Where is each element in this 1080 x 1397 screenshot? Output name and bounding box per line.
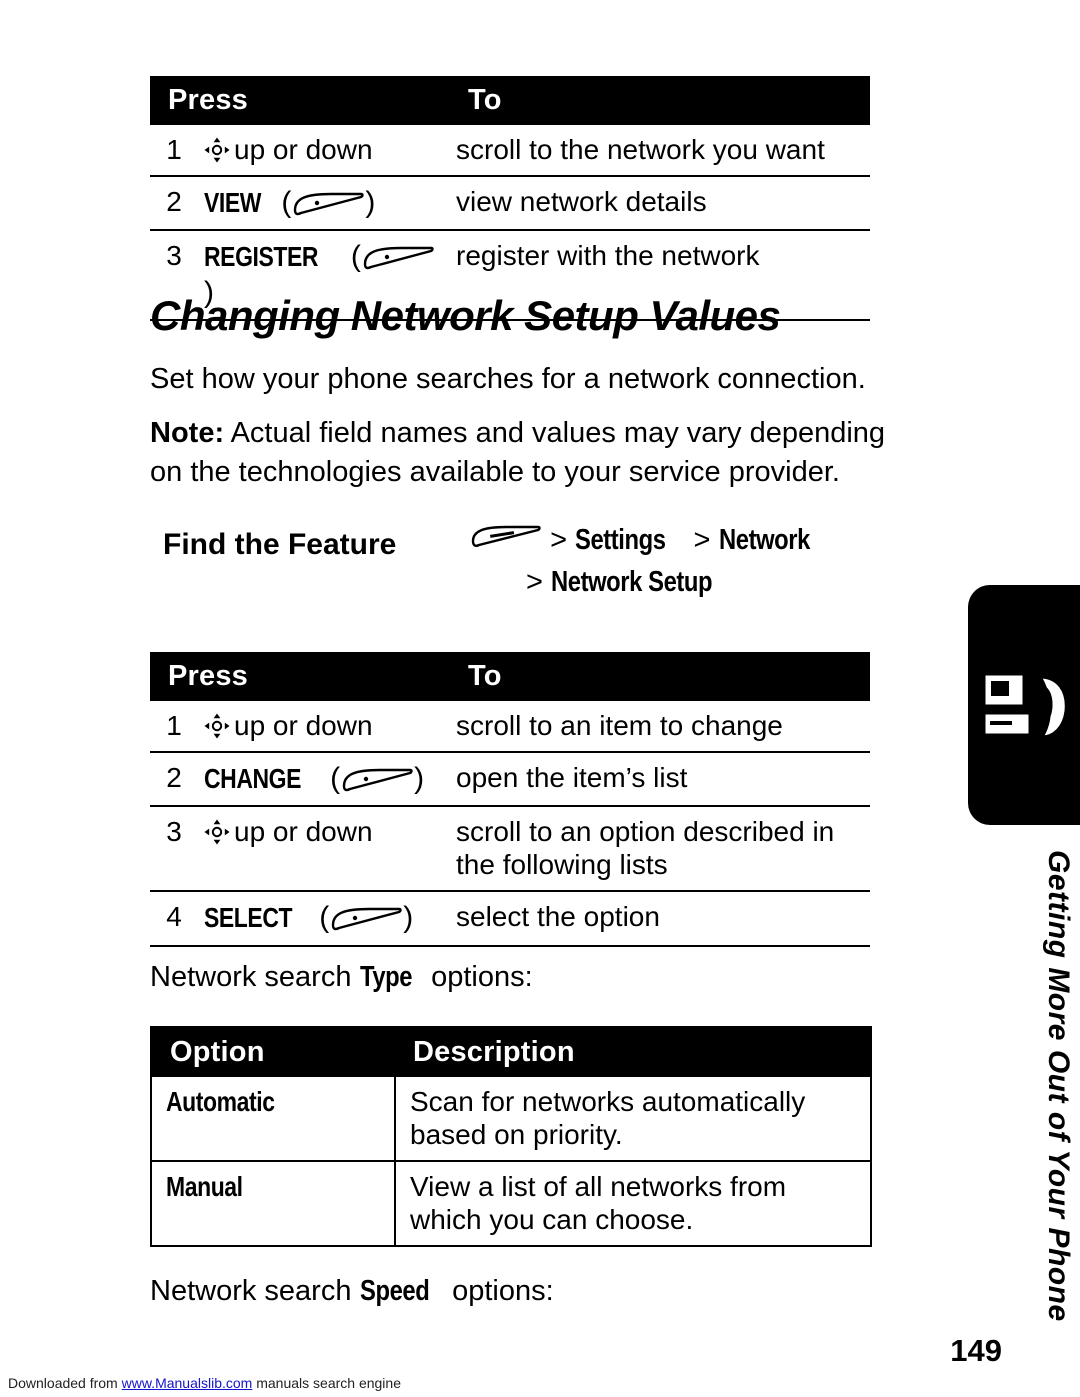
column-header-option: Option (151, 1027, 395, 1077)
step-number: 3 (150, 806, 198, 893)
press-to-table-top: Press To 1 up or down scroll to the netw… (150, 76, 871, 322)
option-cell: Manual (151, 1161, 396, 1247)
press-cell: up or down (198, 806, 451, 893)
press-label: REGISTER (204, 241, 319, 273)
manualslib-link[interactable]: www.Manualslib.com (122, 1375, 253, 1391)
to-cell: view network details (450, 176, 871, 232)
description-cell: View a list of all networks from which y… (410, 1171, 787, 1236)
intro-paragraph: Set how your phone searches for a networ… (150, 363, 866, 395)
path-separator-2: > (693, 524, 711, 556)
path-separator-3: > (526, 566, 543, 598)
press-cell: up or down (198, 701, 451, 754)
note-paragraph: Note: Actual field names and values may … (150, 414, 925, 492)
computer-phone-icon (982, 671, 1068, 743)
note-label: Note: (150, 417, 225, 449)
manual-page: Press To 1 up or down scroll to the netw… (0, 0, 1080, 1397)
column-header-press: Press (150, 652, 451, 701)
find-the-feature-label: Find the Feature (163, 528, 397, 561)
press-label: VIEW (204, 187, 262, 219)
table-header-row: Press To (150, 76, 871, 125)
softkey-icon (340, 766, 414, 794)
softkey-icon (329, 905, 403, 933)
press-cell: VIEW ( ) (198, 176, 451, 232)
press-label: up or down (234, 816, 373, 848)
caption-keyword: Type (359, 961, 413, 993)
press-cell: SELECT ( ) (198, 891, 451, 947)
caption-after: options: (444, 1275, 554, 1307)
section-tab-label: Getting More Out of Your Phone (1042, 850, 1075, 1322)
column-header-press: Press (150, 76, 451, 125)
path-item-network-setup: Network Setup (551, 566, 713, 598)
table-row: 3 up or down scroll to an option describ… (150, 806, 871, 893)
caption-after: options: (423, 961, 533, 993)
table-row: 1 up or down scroll to the network you w… (150, 125, 871, 178)
caption-before: Network search (150, 961, 360, 993)
step-number: 2 (150, 176, 198, 232)
press-to-table-second: Press To 1 up or down scroll to an item … (150, 652, 871, 947)
footer-before: Downloaded from (8, 1375, 122, 1391)
nav-key-icon (204, 819, 230, 845)
softkey-icon (291, 190, 365, 218)
type-options-caption: Network search Type options: (150, 958, 850, 997)
note-text: Actual field names and values may vary d… (150, 417, 886, 489)
download-footer: Downloaded from www.Manualslib.com manua… (8, 1375, 401, 1391)
find-the-feature-path: > Settings > Network (470, 524, 900, 557)
option-label: Manual (166, 1171, 243, 1203)
path-item-network: Network (718, 524, 810, 556)
caption-before: Network search (150, 1275, 360, 1307)
speed-options-caption: Network search Speed options: (150, 1272, 850, 1311)
option-description-table: Option Description Automatic Scan for ne… (150, 1026, 872, 1248)
to-cell: select the option (450, 891, 871, 947)
to-cell: scroll to the network you want (450, 125, 871, 178)
table-row: 2 VIEW ( ) view network details (150, 176, 871, 232)
nav-key-icon (204, 713, 230, 739)
to-cell: scroll to an option described in the fol… (450, 806, 871, 893)
step-number: 4 (150, 891, 198, 947)
option-cell: Automatic (151, 1077, 396, 1163)
column-header-to: To (450, 652, 871, 701)
table-header-row: Press To (150, 652, 871, 701)
to-cell: scroll to an item to change (450, 701, 871, 754)
step-number: 2 (150, 752, 198, 808)
column-header-to: To (450, 76, 871, 125)
table-row: 1 up or down scroll to an item to change (150, 701, 871, 754)
softkey-icon (361, 244, 435, 272)
press-cell: up or down (198, 125, 451, 178)
press-label: SELECT (204, 902, 293, 934)
to-cell: open the item’s list (450, 752, 871, 808)
caption-keyword: Speed (359, 1275, 430, 1307)
step-number: 1 (150, 125, 198, 178)
table-header-row: Option Description (151, 1027, 871, 1077)
nav-key-icon (204, 137, 230, 163)
table-row: Automatic Scan for networks automaticall… (151, 1077, 871, 1163)
step-number: 1 (150, 701, 198, 754)
press-label: up or down (234, 134, 373, 165)
footer-after: manuals search engine (252, 1375, 401, 1391)
menu-key-icon (470, 524, 542, 554)
page-number: 149 (950, 1333, 1002, 1368)
press-cell: CHANGE ( ) (198, 752, 451, 808)
path-item-settings: Settings (575, 524, 666, 556)
section-tab (968, 585, 1080, 825)
option-label: Automatic (166, 1086, 275, 1117)
page-title: Changing Network Setup Values (150, 292, 781, 339)
find-the-feature-path-line2: > Network Setup (526, 566, 926, 599)
table-row: 2 CHANGE ( ) open the item’s list (150, 752, 871, 808)
description-cell: Scan for networks automatically based on… (395, 1077, 871, 1163)
table-row: 4 SELECT ( ) select the option (150, 891, 871, 947)
press-label: up or down (234, 710, 373, 741)
press-label: CHANGE (204, 763, 302, 795)
table-row: Manual View a list of all networks from … (151, 1161, 871, 1247)
path-separator-1: > (550, 524, 567, 556)
column-header-description: Description (395, 1027, 871, 1077)
